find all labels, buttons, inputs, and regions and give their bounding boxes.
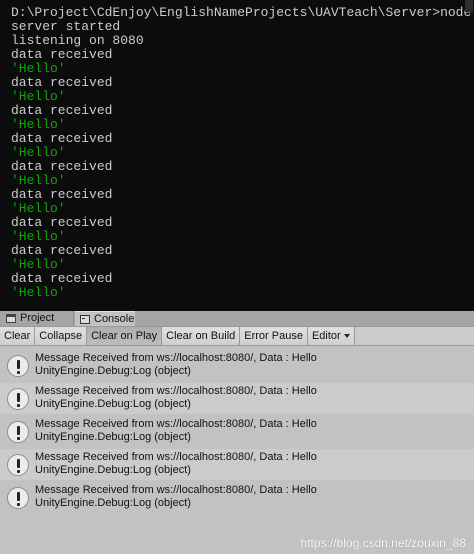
- tab-console-label: Console: [94, 312, 135, 325]
- watermark: https://blog.csdn.net/zouxin_88: [300, 536, 466, 550]
- terminal-line: 'Hello': [11, 257, 66, 272]
- editor-tab-bar: Project Console: [0, 311, 474, 327]
- console-log-list: Message Received from ws://localhost:808…: [0, 346, 474, 554]
- folder-icon: [6, 314, 16, 323]
- tab-project-label: Project: [20, 312, 55, 324]
- tab-console[interactable]: Console: [75, 311, 135, 326]
- log-entry[interactable]: Message Received from ws://localhost:808…: [0, 383, 474, 414]
- terminal-line: data received: [11, 47, 113, 62]
- log-entry[interactable]: Message Received from ws://localhost:808…: [0, 350, 474, 381]
- terminal-line: data received: [11, 103, 113, 118]
- log-entry[interactable]: Message Received from ws://localhost:808…: [0, 449, 474, 480]
- terminal-window: D:\Project\CdEnjoy\EnglishNameProjects\U…: [0, 0, 474, 311]
- info-icon: [7, 355, 29, 377]
- error-pause-button[interactable]: Error Pause: [240, 327, 308, 345]
- clear-on-play-button[interactable]: Clear on Play: [87, 327, 163, 345]
- info-icon: [7, 388, 29, 410]
- console-icon: [80, 314, 90, 324]
- log-message: Message Received from ws://localhost:808…: [35, 451, 317, 463]
- terminal-line: 'Hello': [11, 173, 66, 188]
- terminal-line: data received: [11, 215, 113, 230]
- terminal-line: data received: [11, 243, 113, 258]
- console-toolbar: Clear Collapse Clear on Play Clear on Bu…: [0, 327, 474, 346]
- terminal-line: 'Hello': [11, 285, 66, 300]
- log-entry[interactable]: Message Received from ws://localhost:808…: [0, 416, 474, 447]
- log-message: Message Received from ws://localhost:808…: [35, 484, 317, 496]
- terminal-line: 'Hello': [11, 89, 66, 104]
- terminal-line: D:\Project\CdEnjoy\EnglishNameProjects\U…: [11, 5, 472, 20]
- terminal-line: data received: [11, 159, 113, 174]
- terminal-output: D:\Project\CdEnjoy\EnglishNameProjects\U…: [11, 6, 474, 300]
- editor-dropdown[interactable]: Editor: [307, 327, 355, 345]
- log-source: UnityEngine.Debug:Log (object): [35, 464, 191, 476]
- terminal-line: listening on 8080: [11, 33, 144, 48]
- terminal-line: 'Hello': [11, 61, 66, 76]
- log-message: Message Received from ws://localhost:808…: [35, 352, 317, 364]
- info-icon: [7, 421, 29, 443]
- editor-dropdown-label: Editor: [311, 330, 341, 342]
- clear-on-build-button[interactable]: Clear on Build: [162, 327, 241, 345]
- terminal-line: data received: [11, 271, 113, 286]
- log-source: UnityEngine.Debug:Log (object): [35, 398, 191, 410]
- terminal-line: 'Hello': [11, 229, 66, 244]
- collapse-button[interactable]: Collapse: [35, 327, 88, 345]
- info-icon: [7, 487, 29, 509]
- log-message: Message Received from ws://localhost:808…: [35, 418, 317, 430]
- log-source: UnityEngine.Debug:Log (object): [35, 431, 191, 443]
- info-icon: [7, 454, 29, 476]
- log-source: UnityEngine.Debug:Log (object): [35, 497, 191, 509]
- terminal-line: data received: [11, 187, 113, 202]
- chevron-down-icon: [343, 334, 350, 338]
- log-entry[interactable]: Message Received from ws://localhost:808…: [0, 482, 474, 513]
- terminal-scrollbar[interactable]: [465, 0, 473, 12]
- log-message: Message Received from ws://localhost:808…: [35, 385, 317, 397]
- clear-button[interactable]: Clear: [0, 327, 36, 345]
- terminal-line: data received: [11, 75, 113, 90]
- terminal-line: 'Hello': [11, 117, 66, 132]
- terminal-line: 'Hello': [11, 201, 66, 216]
- log-source: UnityEngine.Debug:Log (object): [35, 365, 191, 377]
- terminal-line: 'Hello': [11, 145, 66, 160]
- tab-project[interactable]: Project: [0, 311, 74, 326]
- terminal-line: data received: [11, 131, 113, 146]
- terminal-line: server started: [11, 19, 121, 34]
